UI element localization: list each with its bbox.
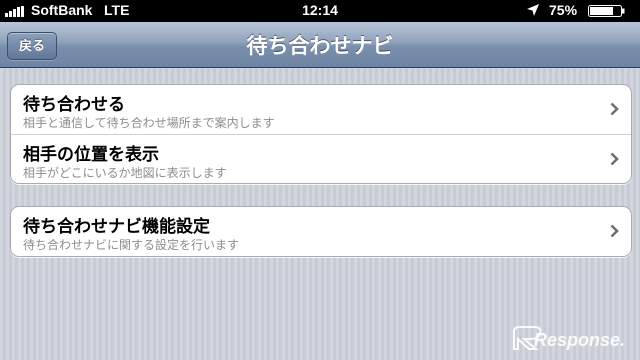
battery-percent: 75% — [549, 2, 578, 18]
list-item-title: 相手の位置を表示 — [23, 145, 159, 165]
chevron-right-icon — [610, 102, 619, 116]
list-item-title: 待ち合わせナビ機能設定 — [23, 217, 210, 237]
chevron-right-icon — [610, 152, 619, 166]
list-item-subtitle: 相手がどこにいるか地図に表示します — [23, 166, 227, 180]
page-title: 待ち合わせナビ — [246, 34, 394, 58]
response-watermark-logo: Response. — [513, 326, 625, 350]
list-item-function-settings[interactable]: 待ち合わせナビ機能設定 待ち合わせナビに関する設定を行います — [11, 207, 631, 256]
battery-icon — [588, 5, 625, 17]
chevron-right-icon — [610, 224, 619, 238]
list-item-subtitle: 待ち合わせナビに関する設定を行います — [23, 238, 240, 252]
clock: 12:14 — [302, 2, 338, 18]
status-bar: SoftBank LTE 12:14 75% — [0, 0, 640, 22]
watermark-text: Response. — [534, 330, 625, 350]
list-item-meet-up[interactable]: 待ち合わせる 相手と通信して待ち合わせ場所まで案内します — [11, 85, 631, 134]
navigation-bar: 戻る 待ち合わせナビ — [0, 22, 640, 68]
list-item-show-location[interactable]: 相手の位置を表示 相手がどこにいるか地図に表示します — [11, 134, 631, 183]
list-item-subtitle: 相手と通信して待ち合わせ場所まで案内します — [23, 116, 275, 130]
menu-group-navigation: 待ち合わせる 相手と通信して待ち合わせ場所まで案内します 相手の位置を表示 相手… — [10, 84, 632, 184]
location-arrow-icon — [527, 4, 539, 16]
list-item-title: 待ち合わせる — [23, 95, 125, 115]
menu-group-settings: 待ち合わせナビ機能設定 待ち合わせナビに関する設定を行います — [10, 206, 632, 257]
